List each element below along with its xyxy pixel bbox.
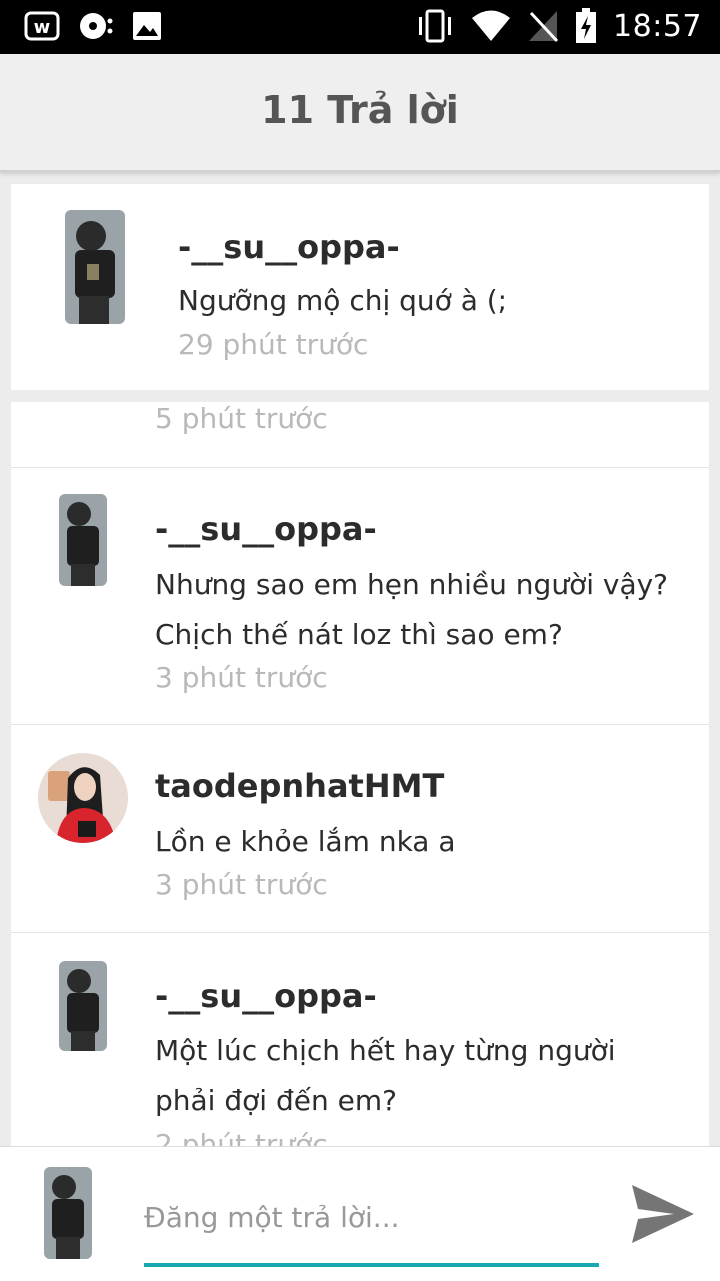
reply-time: 5 phút trước xyxy=(155,402,328,435)
image-icon xyxy=(133,12,161,40)
list-item[interactable]: -__su__oppa- Nhưng sao em hẹn nhiều ngườ… xyxy=(11,467,709,725)
reply-time: 3 phút trước xyxy=(155,661,328,694)
reply-time: 3 phút trước xyxy=(155,868,328,901)
wifi-icon xyxy=(472,10,511,41)
reply-text-line: Một lúc chịch hết hay từng người xyxy=(155,1034,616,1067)
list-item[interactable]: taodepnhatHMT Lồn e khỏe lắm nka a 3 phú… xyxy=(11,724,709,933)
comment-text: Ngưỡng mộ chị quớ à (; xyxy=(178,284,508,317)
music-disc-icon xyxy=(80,13,113,39)
clock: 18:57 xyxy=(613,8,702,44)
username[interactable]: -__su__oppa- xyxy=(155,977,377,1015)
vibrate-icon xyxy=(419,9,452,43)
list-item[interactable]: 5 phút trước xyxy=(11,402,709,467)
avatar xyxy=(44,1167,92,1259)
original-comment[interactable]: -__su__oppa- Ngưỡng mộ chị quớ à (; 29 p… xyxy=(11,184,709,390)
reply-text-line: phải đợi đến em? xyxy=(155,1084,397,1117)
no-signal-icon xyxy=(529,11,559,43)
battery-charging-icon xyxy=(576,8,597,43)
username[interactable]: -__su__oppa- xyxy=(178,228,400,266)
reply-bar xyxy=(0,1146,720,1281)
list-item[interactable]: -__su__oppa- Một lúc chịch hết hay từng … xyxy=(11,932,709,1162)
page-title: 11 Trả lời xyxy=(261,88,459,132)
username[interactable]: taodepnhatHMT xyxy=(155,767,444,805)
comment-time: 29 phút trước xyxy=(178,328,369,361)
reply-input-wrapper xyxy=(144,1187,599,1267)
avatar[interactable] xyxy=(59,494,107,586)
svg-text:w: w xyxy=(34,17,51,38)
reply-input[interactable] xyxy=(144,1187,599,1247)
status-bar: w 18:57 xyxy=(0,0,720,54)
replies-list[interactable]: 5 phút trước -__su__oppa- Nhưng sao em h… xyxy=(11,402,709,1162)
reply-text-line: Lồn e khỏe lắm nka a xyxy=(155,825,456,858)
title-bar: 11 Trả lời xyxy=(0,54,720,172)
avatar[interactable] xyxy=(65,210,125,324)
app-w-icon: w xyxy=(24,11,60,41)
reply-text-line: Nhưng sao em hẹn nhiều người vậy? xyxy=(155,568,669,601)
avatar[interactable] xyxy=(59,961,107,1051)
reply-text-line: Chịch thế nát loz thì sao em? xyxy=(155,618,563,651)
send-icon[interactable] xyxy=(630,1183,696,1245)
username[interactable]: -__su__oppa- xyxy=(155,510,377,548)
avatar[interactable] xyxy=(38,753,128,843)
